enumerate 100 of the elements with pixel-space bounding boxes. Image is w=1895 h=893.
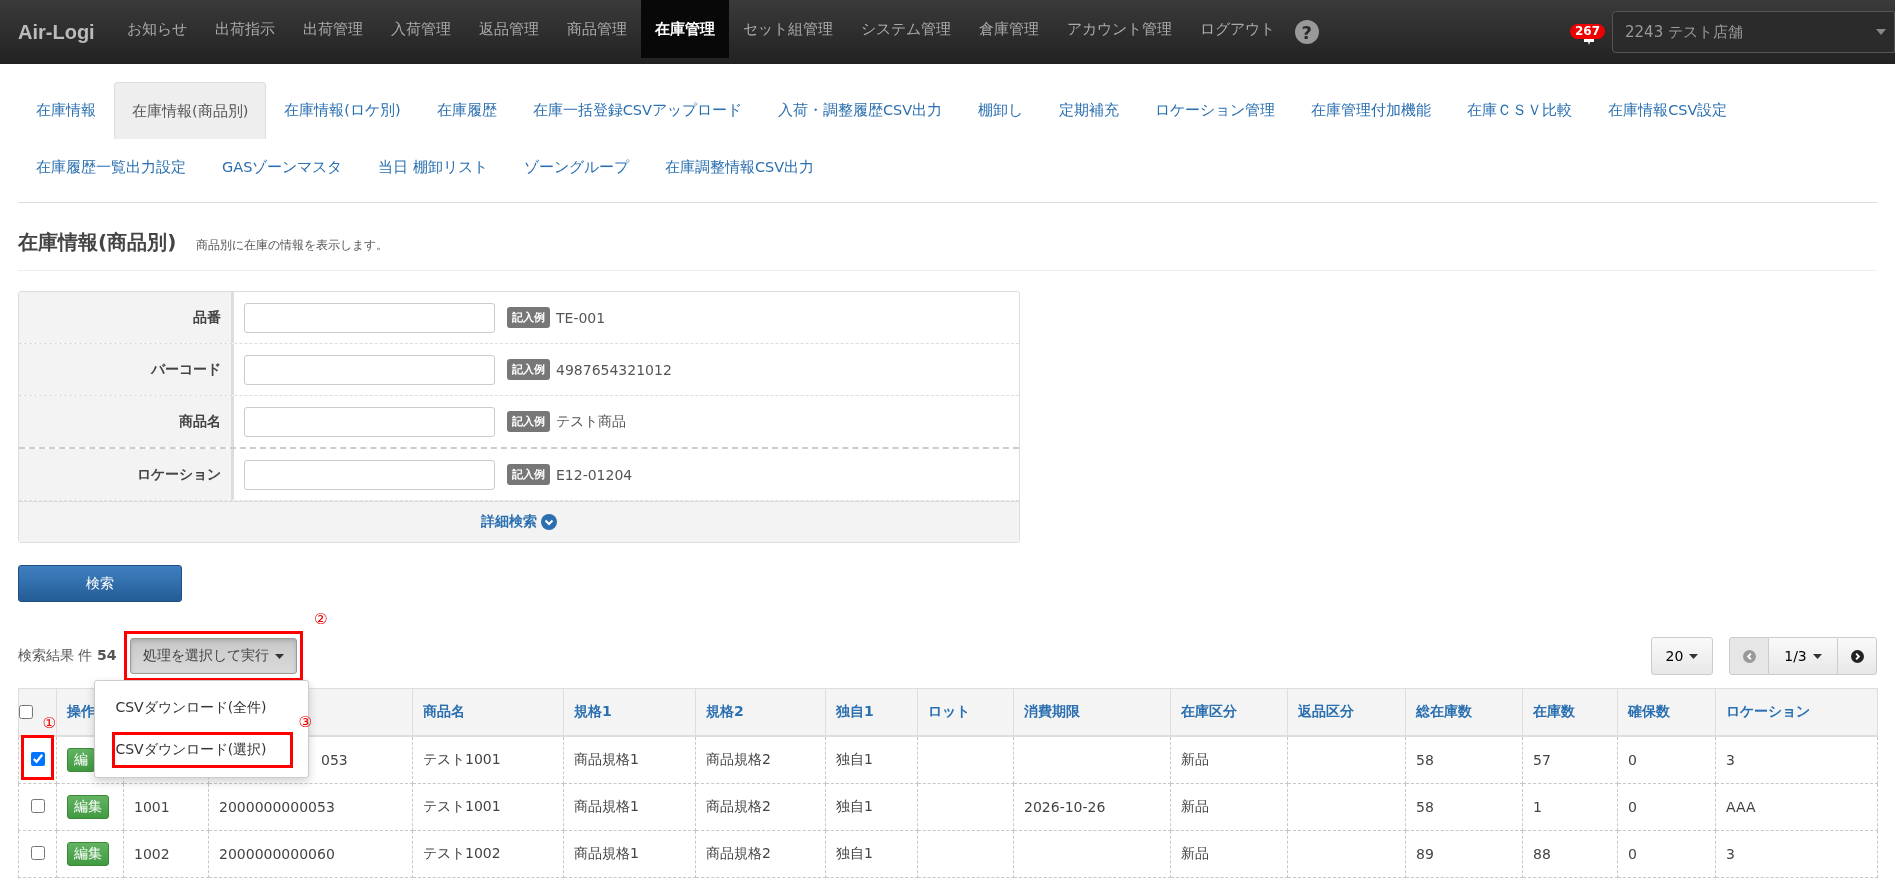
table-cell: 商品規格2 (706, 798, 771, 814)
table-cell: 独自1 (836, 798, 873, 814)
notification-badge: 267 (1570, 24, 1606, 39)
sub-tab[interactable]: ゾーングループ (505, 139, 647, 196)
nav-item[interactable]: 商品管理 (552, 0, 641, 58)
sub-tab[interactable]: ロケーション管理 (1137, 82, 1294, 139)
column-header[interactable]: ロケーション (1726, 703, 1810, 719)
example-text: テスト商品 (556, 412, 626, 431)
table-cell: 3 (1726, 752, 1735, 768)
result-count: 検索結果 件 54 (18, 647, 117, 665)
sub-tab[interactable]: GASゾーンマスタ (204, 139, 361, 196)
row-checkbox[interactable] (30, 751, 45, 766)
table-cell: 商品規格1 (574, 751, 639, 767)
sub-tab[interactable]: 入荷・調整履歴CSV出力 (759, 82, 961, 139)
row-checkbox[interactable] (30, 798, 45, 813)
column-header[interactable]: ロット (928, 703, 970, 719)
edit-button[interactable]: 編集 (67, 795, 109, 819)
input-field[interactable] (244, 406, 495, 437)
input-field[interactable] (244, 459, 495, 490)
input-field[interactable] (244, 354, 495, 385)
column-header[interactable]: 消費期限 (1024, 703, 1080, 719)
nav-item[interactable]: 返品管理 (464, 0, 553, 58)
example-badge: 記入例 (507, 411, 550, 432)
table-cell: 57 (1533, 752, 1551, 768)
store-select[interactable]: 2243 テスト店舗 (1612, 11, 1895, 53)
help-icon[interactable]: ? (1294, 20, 1319, 44)
nav-item[interactable]: 倉庫管理 (964, 0, 1053, 58)
nav-item[interactable]: 在庫管理 (640, 0, 729, 58)
column-header[interactable]: 在庫区分 (1181, 703, 1237, 719)
table-cell: AAA (1726, 799, 1756, 815)
edit-button[interactable]: 編集 (67, 842, 109, 866)
page-description: 商品別に在庫の情報を表示します。 (196, 237, 389, 254)
search-button[interactable]: 検索 (18, 565, 182, 602)
chevron-right-icon (1850, 649, 1864, 663)
table-cell: 3 (1726, 846, 1735, 862)
column-header[interactable]: 確保数 (1628, 703, 1670, 719)
input-field[interactable] (244, 302, 495, 333)
column-header[interactable]: 独自1 (836, 703, 874, 719)
column-header[interactable]: 商品名 (423, 703, 465, 719)
example-badge: 記入例 (507, 307, 550, 328)
nav-item[interactable]: システム管理 (846, 0, 965, 58)
example-text: E12-01204 (556, 466, 633, 483)
sub-tab[interactable]: 在庫情報 (18, 82, 114, 139)
chevron-left-icon (1742, 649, 1756, 663)
column-header[interactable]: 在庫数 (1533, 703, 1575, 719)
table-cell: 独自1 (836, 751, 873, 767)
table-cell: 2000000000053 (219, 799, 335, 815)
sub-tab[interactable]: 在庫情報(商品別) (114, 82, 267, 139)
sub-tab[interactable]: 在庫情報CSV設定 (1590, 82, 1746, 139)
table-cell: 2026-10-26 (1024, 799, 1106, 815)
sub-tab[interactable]: 在庫履歴 (418, 82, 515, 139)
column-header[interactable]: 返品区分 (1298, 703, 1354, 719)
nav-item[interactable]: お知らせ (112, 0, 201, 58)
sub-tab[interactable]: 棚卸し (960, 82, 1042, 139)
advanced-search-link[interactable]: 詳細検索 (481, 513, 557, 531)
nav-item[interactable]: ログアウト (1185, 0, 1289, 58)
table-cell: 独自1 (836, 845, 873, 861)
column-header[interactable]: 総在庫数 (1416, 703, 1472, 719)
table-cell: 1 (1533, 799, 1542, 815)
sub-tab[interactable]: 在庫管理付加機能 (1293, 82, 1450, 139)
example-badge: 記入例 (507, 464, 550, 485)
column-header[interactable]: 規格2 (706, 703, 744, 719)
page-title: 在庫情報(商品別) (18, 229, 177, 256)
sub-tab[interactable]: 在庫調整情報CSV出力 (646, 139, 833, 196)
sub-tab[interactable]: 在庫履歴一覧出力設定 (18, 139, 204, 196)
nav-item[interactable]: アカウント管理 (1052, 0, 1186, 58)
column-header[interactable]: 操作 (67, 703, 95, 719)
brand-logo[interactable]: Air-Logi (18, 20, 95, 44)
action-dropdown-button[interactable]: 処理を選択して実行 (130, 638, 298, 674)
column-header[interactable]: 規格1 (574, 703, 612, 719)
page-size-dropdown[interactable]: 20 (1651, 637, 1713, 675)
field-label: 品番 (193, 308, 221, 327)
table-cell: 新品 (1181, 798, 1209, 814)
sub-tab[interactable]: 定期補充 (1041, 82, 1138, 139)
table-cell: 0 (1628, 799, 1637, 815)
field-label: バーコード (151, 360, 221, 379)
caret-icon (1812, 653, 1822, 659)
sub-tab[interactable]: 在庫ＣＳＶ比較 (1449, 82, 1591, 139)
nav-item[interactable]: セット組管理 (728, 0, 847, 58)
table-cell: 58 (1416, 752, 1434, 768)
page-dropdown[interactable]: 1/3 (1769, 637, 1837, 675)
table-cell: テスト1002 (423, 845, 501, 861)
nav-item[interactable]: 出荷指示 (200, 0, 289, 58)
nav-item[interactable]: 入荷管理 (376, 0, 465, 58)
menu-item[interactable]: CSVダウンロード(選択) (95, 741, 267, 759)
table-cell: テスト1001 (423, 798, 501, 814)
example-badge: 記入例 (507, 359, 550, 380)
sub-tab[interactable]: 在庫一括登録CSVアップロード (514, 82, 760, 139)
row-checkbox[interactable] (30, 845, 45, 860)
sub-tab[interactable]: 当日 棚卸リスト (360, 139, 506, 196)
nav-item[interactable]: 出荷管理 (288, 0, 377, 58)
sub-tab[interactable]: 在庫情報(ロケ別) (266, 82, 419, 139)
chevron-down-icon (541, 514, 557, 530)
table-cell: 1001 (134, 799, 170, 815)
menu-item[interactable]: CSVダウンロード(全件) (95, 699, 267, 717)
select-all-checkbox[interactable] (19, 705, 33, 719)
table-cell: 88 (1533, 846, 1551, 862)
step-marker: ③ (298, 713, 312, 731)
next-page-button[interactable] (1837, 637, 1877, 675)
edit-button[interactable]: 編 (67, 748, 95, 772)
